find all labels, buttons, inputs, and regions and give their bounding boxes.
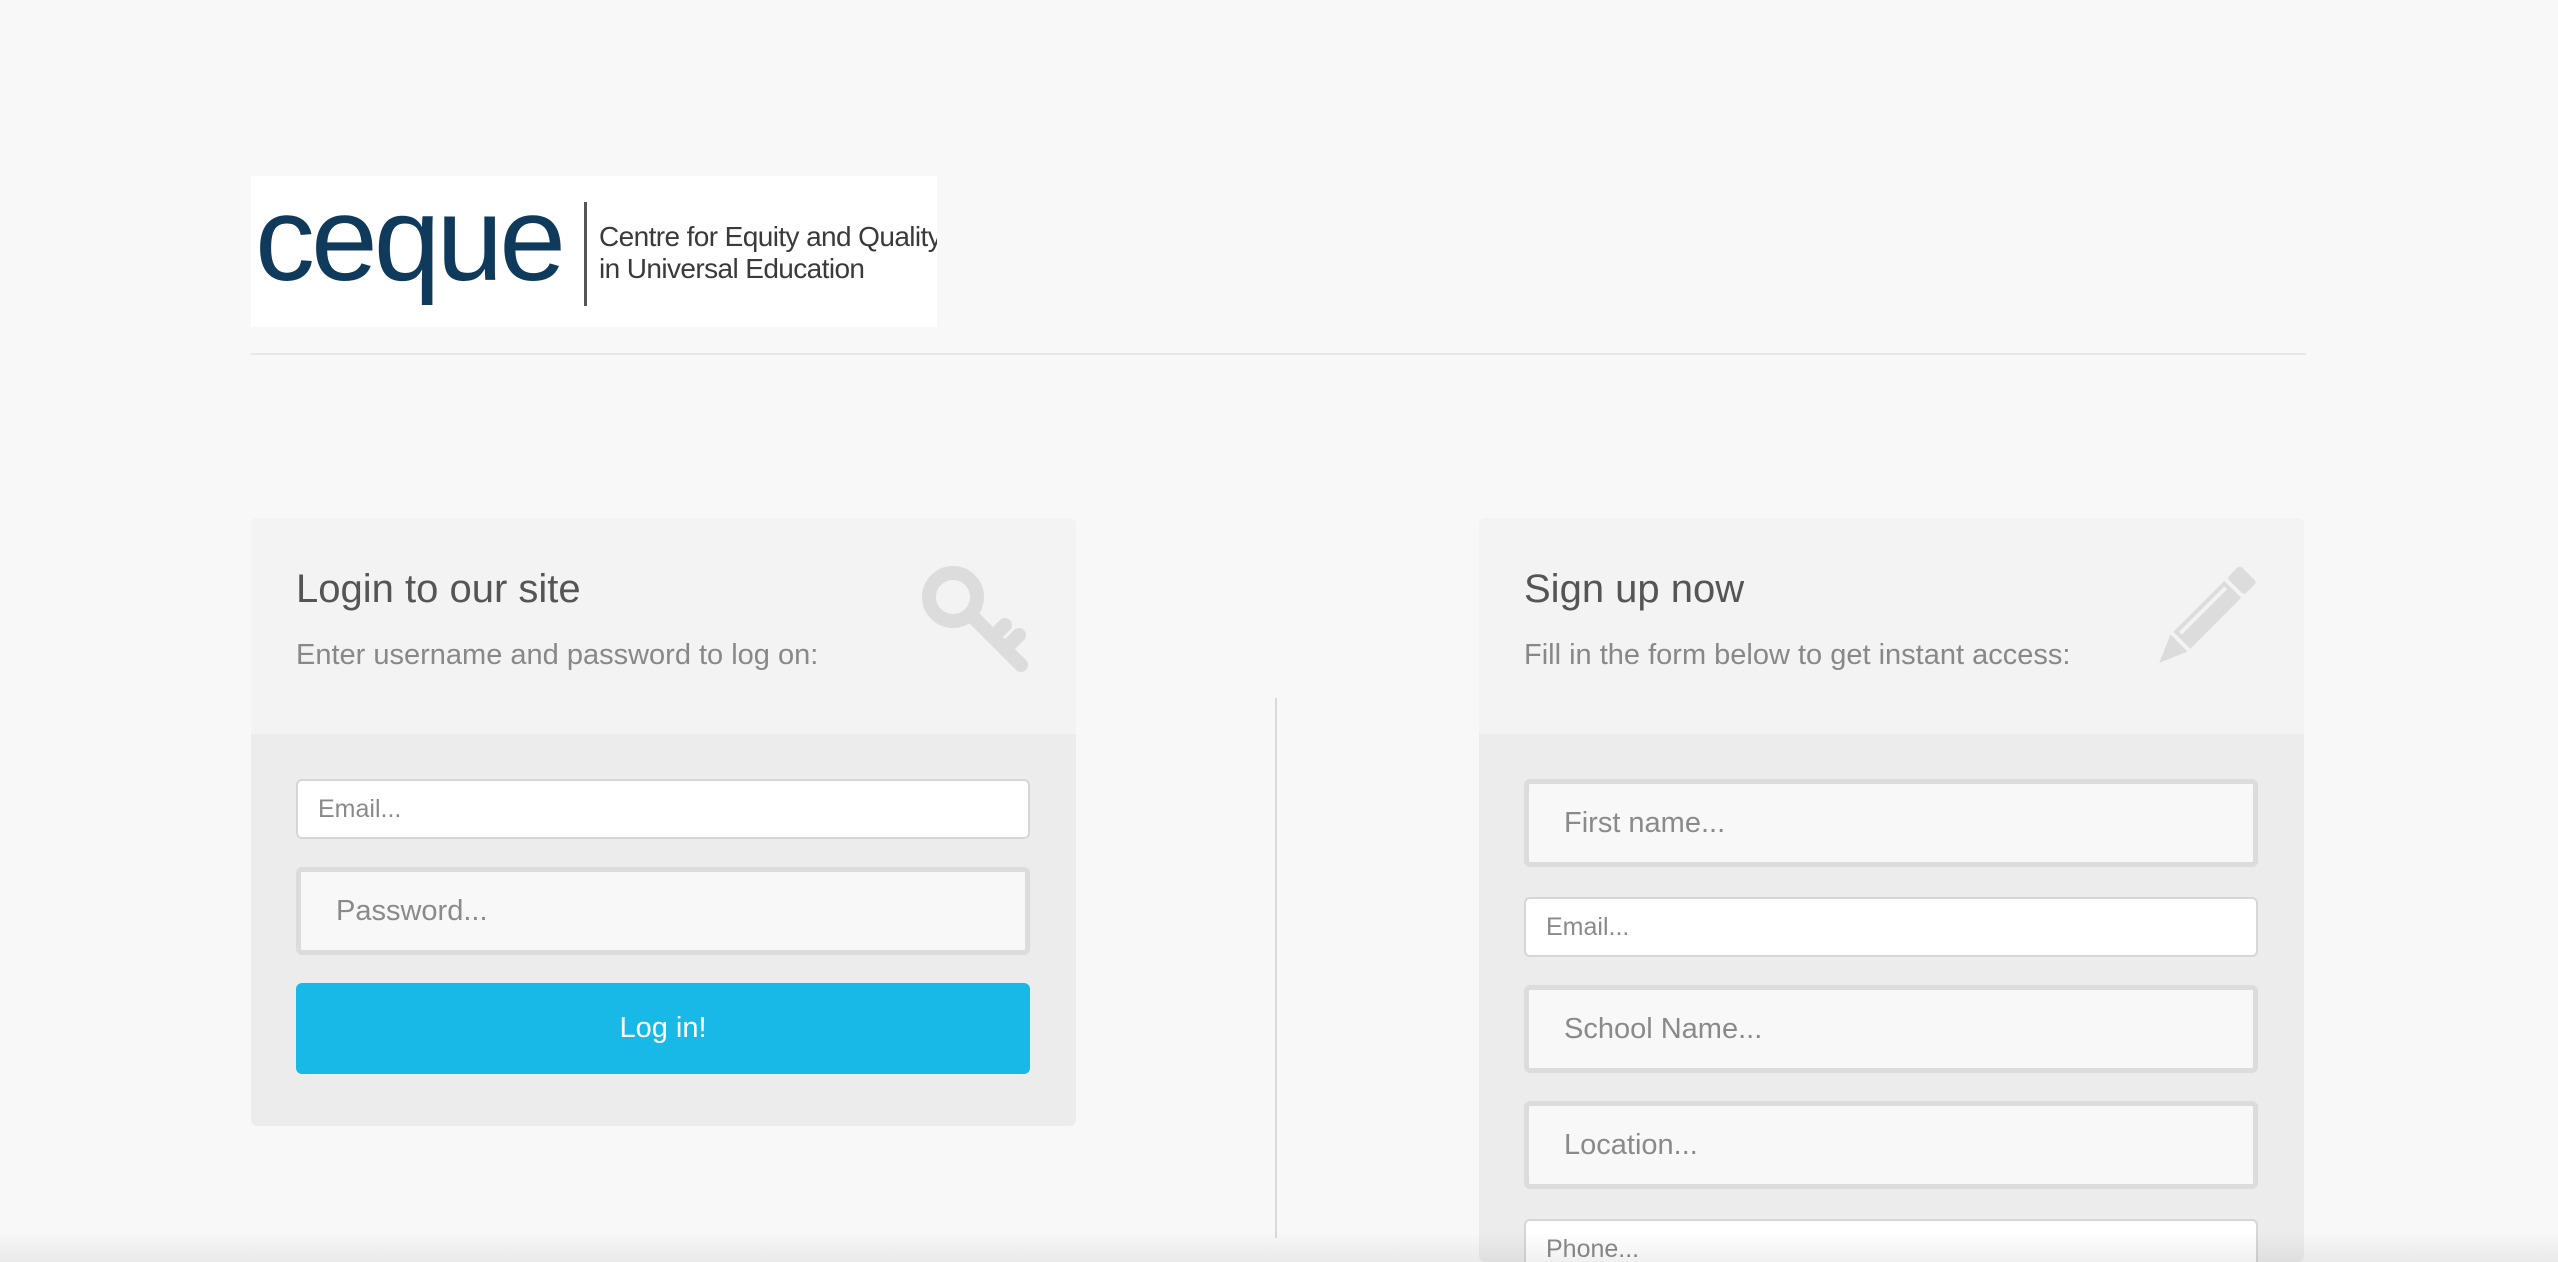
header-divider xyxy=(251,353,2306,355)
logo-image: ceque Centre for Equity and Quality in U… xyxy=(255,176,937,306)
signup-first-name-input[interactable] xyxy=(1524,779,2258,867)
pencil-icon xyxy=(2159,566,2256,663)
login-password-input[interactable] xyxy=(296,867,1030,955)
login-panel-header: Login to our site Enter username and pas… xyxy=(251,518,1076,734)
signup-panel-header: Sign up now Fill in the form below to ge… xyxy=(1479,518,2304,734)
vertical-divider xyxy=(1275,698,1277,1238)
logo-tagline-line2: in Universal Education xyxy=(599,253,864,284)
ceque-logo[interactable]: ceque Centre for Equity and Quality in U… xyxy=(251,176,937,327)
signup-phone-input[interactable] xyxy=(1524,1219,2258,1262)
page: ceque Centre for Equity and Quality in U… xyxy=(0,0,2558,1262)
login-button[interactable]: Log in! xyxy=(296,983,1030,1074)
login-form: Log in! xyxy=(251,734,1076,1126)
logo-wordmark: ceque xyxy=(255,176,562,306)
signup-school-input[interactable] xyxy=(1524,985,2258,1073)
signup-location-input[interactable] xyxy=(1524,1101,2258,1189)
signup-email-input[interactable] xyxy=(1524,897,2258,957)
login-panel: Login to our site Enter username and pas… xyxy=(251,518,1076,1126)
signup-form xyxy=(1479,734,2304,1262)
key-icon xyxy=(922,566,1028,672)
signup-panel: Sign up now Fill in the form below to ge… xyxy=(1479,518,2304,1262)
login-email-input[interactable] xyxy=(296,779,1030,839)
logo-tagline-line1: Centre for Equity and Quality xyxy=(599,221,937,252)
